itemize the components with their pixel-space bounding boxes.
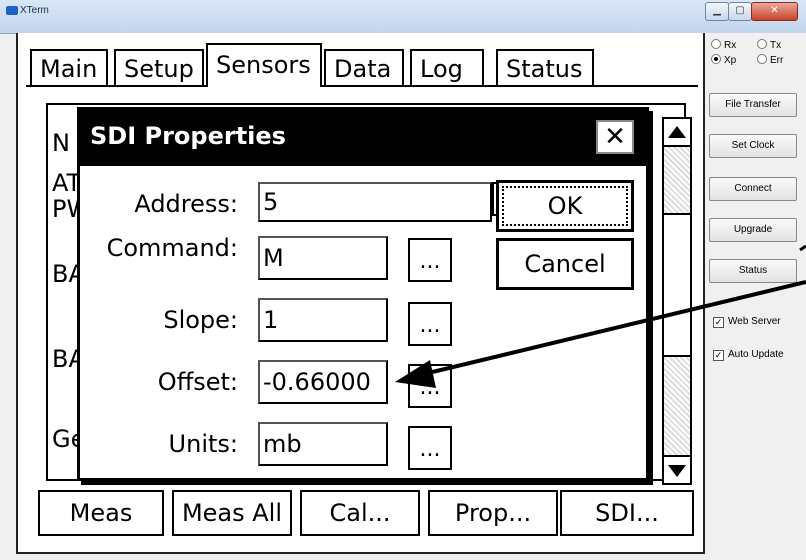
offset-browse-button[interactable]: ... [408,364,452,408]
command-input[interactable]: M [258,236,388,280]
arrow-down-icon [668,465,686,477]
radio-rx[interactable]: Rx [711,39,736,51]
sdi-button[interactable]: SDI... [560,490,694,536]
auto-update-checkbox[interactable]: ✓ Auto Update [713,349,784,361]
app-icon [6,6,18,15]
radio-circle-icon [757,54,767,64]
radio-xp[interactable]: Xp [711,54,736,66]
cancel-button[interactable]: Cancel [496,238,634,290]
web-server-checkbox[interactable]: ✓ Web Server [713,316,781,328]
tab-log[interactable]: Log [410,49,484,85]
meas-all-button[interactable]: Meas All [172,490,292,536]
scroll-up-button[interactable] [662,117,692,147]
address-select[interactable]: 5 [258,182,492,222]
file-transfer-button[interactable]: File Transfer [709,93,797,117]
command-browse-button[interactable]: ... [408,238,452,282]
meas-button[interactable]: Meas [38,490,164,536]
set-clock-button[interactable]: Set Clock [709,134,797,158]
tab-main[interactable]: Main [30,49,108,85]
offset-input[interactable]: -0.66000 [258,360,388,404]
window-titlebar: XTerm ▁ ▢ ✕ [0,0,806,34]
slope-browse-button[interactable]: ... [408,302,452,346]
list-header: N [52,129,70,157]
arrow-up-icon [668,126,686,138]
units-input[interactable]: mb [258,422,388,466]
side-panel: Rx Tx Xp Err File Transfer Set Clock Con… [705,33,806,560]
slope-input[interactable]: 1 [258,298,388,342]
tab-divider [26,85,698,87]
maximize-button[interactable]: ▢ [728,2,752,21]
checkmark-icon: ✓ [713,317,724,328]
dialog-title: SDI Properties [90,122,286,150]
minimize-button[interactable]: ▁ [705,2,729,21]
radio-xp-label: Xp [724,55,737,66]
window-title: XTerm [20,5,49,16]
radio-err-label: Err [770,55,784,66]
ok-button[interactable]: OK [496,180,634,232]
web-server-label: Web Server [728,316,781,327]
address-label: Address: [134,190,238,218]
prop-button[interactable]: Prop... [428,490,558,536]
radio-selected-icon [711,54,721,64]
radio-tx-label: Tx [770,40,782,51]
tab-sensors[interactable]: Sensors [206,43,322,87]
connect-button[interactable]: Connect [709,177,797,201]
tab-status[interactable]: Status [496,49,594,85]
upgrade-button[interactable]: Upgrade [709,218,797,242]
scroll-down-button[interactable] [662,455,692,485]
sdi-properties-dialog: SDI Properties ✕ Address: 5 Command: M .… [77,107,649,481]
auto-update-label: Auto Update [728,349,784,360]
dialog-titlebar: SDI Properties ✕ [80,110,646,166]
units-label: Units: [168,430,238,458]
units-browse-button[interactable]: ... [408,426,452,470]
offset-label: Offset: [157,368,238,396]
checkmark-icon: ✓ [713,350,724,361]
status-button[interactable]: Status [709,259,797,283]
radio-rx-label: Rx [724,40,737,51]
radio-err[interactable]: Err [757,54,783,66]
radio-circle-icon [757,39,767,49]
tab-data[interactable]: Data [324,49,404,85]
window-close-button[interactable]: ✕ [751,2,798,21]
slope-label: Slope: [163,306,238,334]
radio-circle-icon [711,39,721,49]
cal-button[interactable]: Cal... [300,490,420,536]
list-scroll-thumb[interactable] [664,213,690,357]
tab-setup[interactable]: Setup [114,49,204,85]
command-label: Command: [106,234,238,262]
dialog-close-button[interactable]: ✕ [596,120,634,154]
radio-tx[interactable]: Tx [757,39,781,51]
